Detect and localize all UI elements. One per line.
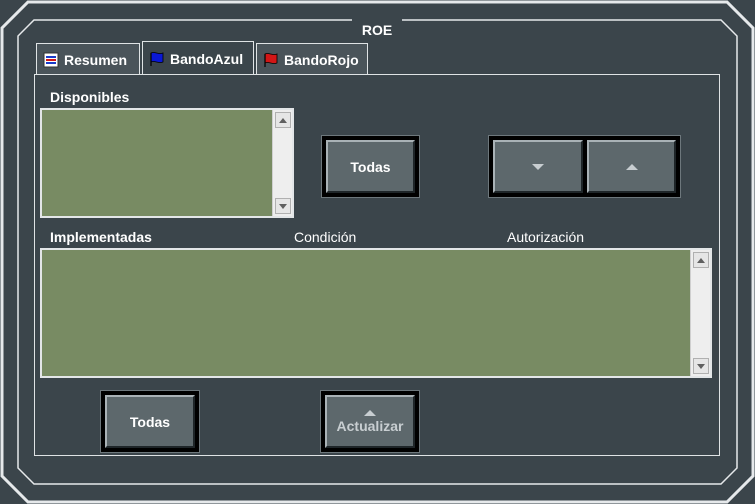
column-condition: Condición — [294, 229, 357, 245]
implemented-list[interactable] — [40, 248, 712, 378]
tab-resumen[interactable]: Resumen — [36, 43, 140, 75]
available-label: Disponibles — [50, 89, 130, 105]
all-implemented-button[interactable]: Todas — [105, 395, 195, 448]
scroll-up-button[interactable] — [693, 252, 709, 268]
implemented-label: Implementadas — [50, 229, 152, 245]
arrow-up-icon — [279, 117, 287, 123]
arrow-down-icon — [532, 163, 544, 170]
scroll-down-button[interactable] — [693, 358, 709, 374]
tab-bandorojo[interactable]: BandoRojo — [256, 43, 368, 75]
summary-icon — [43, 52, 59, 68]
update-button[interactable]: Actualizar — [325, 395, 415, 448]
arrow-up-icon — [364, 409, 376, 416]
window-title: ROE — [352, 19, 402, 41]
update-button-label: Actualizar — [336, 417, 404, 434]
update-button-frame: Actualizar — [320, 390, 420, 453]
move-down-button[interactable] — [493, 140, 583, 193]
move-up-button[interactable] — [587, 140, 676, 193]
tab-label: BandoRojo — [284, 51, 359, 68]
blue-flag-icon — [149, 51, 165, 67]
red-flag-icon — [263, 52, 279, 68]
arrow-down-icon — [697, 363, 705, 369]
available-list[interactable] — [40, 108, 294, 218]
arrow-up-icon — [625, 163, 638, 170]
column-authorization: Autorización — [507, 229, 585, 245]
all-available-button-frame: Todas — [321, 135, 420, 198]
all-available-button[interactable]: Todas — [326, 140, 415, 193]
tab-bandoazul[interactable]: BandoAzul — [142, 41, 254, 75]
available-scrollbar[interactable] — [272, 110, 292, 216]
arrow-up-icon — [697, 257, 705, 263]
scroll-up-button[interactable] — [275, 112, 291, 128]
arrow-down-icon — [279, 203, 287, 209]
tab-label: BandoAzul — [170, 50, 244, 67]
tab-label: Resumen — [64, 51, 128, 68]
scroll-down-button[interactable] — [275, 198, 291, 214]
move-buttons-frame — [488, 135, 681, 198]
all-implemented-button-frame: Todas — [100, 390, 200, 453]
implemented-scrollbar[interactable] — [690, 250, 710, 376]
